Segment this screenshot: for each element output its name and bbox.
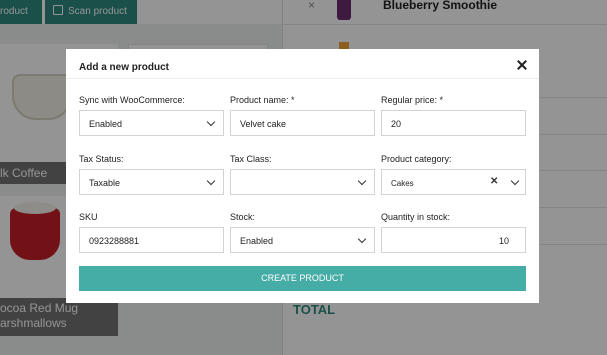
sync-select[interactable]: Enabled <box>79 110 224 136</box>
tax-status-select[interactable]: Taxable <box>79 169 224 195</box>
sync-label: Sync with WooCommerce: <box>79 95 185 105</box>
chevron-down-icon <box>206 176 216 186</box>
add-product-modal: Add a new product Sync with WooCommerce:… <box>66 49 539 303</box>
product-name-value: Velvet cake <box>240 119 287 129</box>
stock-select[interactable]: Enabled <box>230 227 375 253</box>
sku-label: SKU <box>79 212 98 222</box>
sku-value: 0923288881 <box>89 236 140 246</box>
clear-selection-icon[interactable]: ✕ <box>490 176 498 187</box>
product-name-input[interactable]: Velvet cake <box>230 110 375 136</box>
tax-status-label: Tax Status: <box>79 154 124 164</box>
stock-label: Stock: <box>230 212 256 222</box>
chevron-down-icon <box>357 176 367 186</box>
quantity-input[interactable]: 10 <box>381 227 526 253</box>
product-category-value: Cakes <box>391 179 414 188</box>
close-icon[interactable] <box>515 58 529 72</box>
create-product-button[interactable]: CREATE PRODUCT <box>79 266 526 291</box>
modal-header: Add a new product <box>66 49 539 79</box>
regular-price-value: 20 <box>391 119 402 129</box>
chevron-down-icon <box>206 117 216 127</box>
tax-class-label: Tax Class: <box>230 154 272 164</box>
sku-input[interactable]: 0923288881 <box>79 227 224 253</box>
regular-price-input[interactable]: 20 <box>381 110 526 136</box>
quantity-label: Quantity in stock: <box>381 212 451 222</box>
sync-select-value: Enabled <box>89 119 123 129</box>
quantity-value: 10 <box>498 236 509 246</box>
product-category-select[interactable]: Cakes ✕ <box>381 169 526 195</box>
tax-class-select[interactable] <box>230 169 375 195</box>
tax-status-value: Taxable <box>89 178 121 188</box>
modal-title: Add a new product <box>79 62 169 73</box>
chevron-down-icon <box>510 176 520 186</box>
chevron-down-icon <box>357 234 367 244</box>
regular-price-label: Regular price: * <box>381 95 444 105</box>
product-category-label: Product category: <box>381 154 452 164</box>
product-name-label: Product name: * <box>230 95 295 105</box>
stock-value: Enabled <box>240 236 274 246</box>
